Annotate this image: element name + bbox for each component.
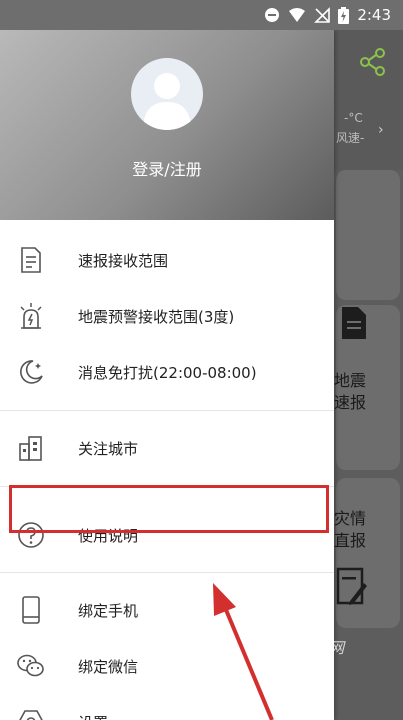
annotation-arrow — [213, 583, 274, 720]
